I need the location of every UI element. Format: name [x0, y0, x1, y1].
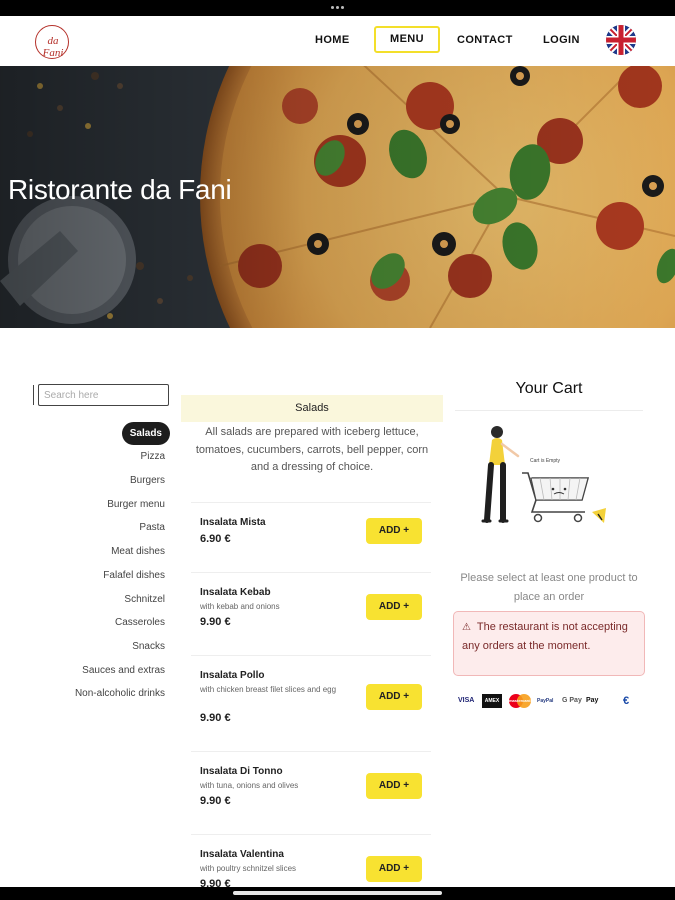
category-pasta[interactable]: Pasta — [139, 522, 165, 533]
add-to-cart-button[interactable]: ADD + — [366, 684, 422, 710]
multitasking-dots-icon[interactable] — [331, 6, 345, 10]
item-price: 6.90 € — [200, 533, 231, 545]
navbar: da Fani HOME MENU CONTACT LOGIN — [0, 16, 675, 66]
nav-menu-link[interactable]: MENU — [374, 26, 440, 53]
amex-icon: AMEX — [482, 694, 502, 708]
hero-title: Ristorante da Fani — [8, 174, 232, 205]
hero-banner: Ristorante da Fani — [0, 66, 675, 328]
mastercard-icon: mastercard — [506, 694, 534, 708]
item-description: with chicken breast filet slices and egg — [200, 685, 337, 694]
cart-title: Your Cart — [515, 380, 583, 397]
nav-contact-link[interactable]: CONTACT — [457, 34, 513, 46]
category-salads[interactable]: Salads — [121, 422, 170, 445]
item-name: Insalata Pollo — [200, 670, 265, 681]
category-non-alcoholic-drinks[interactable]: Non-alcoholic drinks — [75, 688, 165, 699]
apple-pay-label: Pay — [586, 697, 599, 704]
cart-divider — [455, 410, 643, 411]
add-to-cart-button[interactable]: ADD + — [366, 518, 422, 544]
menu-item: Insalata Di Tonno with tuna, onions and … — [191, 751, 431, 834]
add-to-cart-button[interactable]: ADD + — [366, 594, 422, 620]
item-description: with tuna, onions and olives — [200, 781, 299, 790]
category-casseroles[interactable]: Casseroles — [115, 617, 165, 628]
menu-item: Insalata Mista 6.90 € ADD + — [191, 502, 431, 572]
visa-icon: VISA — [458, 697, 475, 704]
item-name: Insalata Kebab — [200, 587, 271, 598]
uk-flag-icon[interactable] — [606, 25, 636, 55]
item-price: 9.90 € — [200, 616, 231, 628]
home-indicator[interactable] — [233, 891, 442, 895]
menu-item: Insalata Valentina with poultry schnitze… — [191, 834, 431, 887]
menu-item: Insalata Kebab with kebab and onions 9.9… — [191, 572, 431, 655]
item-price: 9.90 € — [200, 795, 231, 807]
item-price: 9.90 € — [200, 878, 231, 887]
add-to-cart-button[interactable]: ADD + — [366, 773, 422, 799]
mastercard-label: mastercard — [509, 698, 531, 703]
status-bar — [0, 0, 675, 16]
category-pizza[interactable]: Pizza — [141, 451, 165, 462]
paypal-icon: PayPal — [537, 698, 554, 704]
apple-pay-icon: Pay — [586, 694, 598, 708]
add-to-cart-button[interactable]: ADD + — [366, 856, 422, 882]
search-input[interactable] — [38, 384, 169, 406]
nav-login-link[interactable]: LOGIN — [543, 34, 580, 46]
item-price: 9.90 € — [200, 712, 231, 724]
nav-home-link[interactable]: HOME — [315, 34, 350, 46]
category-meat-dishes[interactable]: Meat dishes — [111, 546, 165, 557]
item-name: Insalata Di Tonno — [200, 766, 283, 777]
category-schnitzel[interactable]: Schnitzel — [124, 594, 165, 605]
euro-icon: € — [623, 695, 630, 707]
item-description: with poultry schnitzel slices — [200, 864, 297, 873]
section-description: All salads are prepared with iceberg let… — [195, 426, 429, 473]
alert-text: The restaurant is not accepting any orde… — [462, 621, 628, 652]
search-caret — [33, 385, 34, 405]
payment-methods: VISA AMEX mastercard PayPal G Pay Pay € — [455, 692, 645, 710]
orders-closed-alert: ⚠ The restaurant is not accepting any or… — [453, 611, 645, 676]
item-description: with kebab and onions — [200, 602, 280, 611]
logo-text: da Fani — [42, 35, 64, 59]
warning-icon: ⚠ — [462, 622, 471, 633]
empty-cart-illustration: Cart is Empty — [470, 420, 620, 535]
google-pay-icon: G Pay — [562, 697, 582, 704]
category-sauces-and-extras[interactable]: Sauces and extras — [82, 665, 165, 676]
bottom-bar — [0, 887, 675, 900]
menu-item: Insalata Pollo with chicken breast filet… — [191, 655, 431, 751]
category-burgers[interactable]: Burgers — [130, 475, 165, 486]
category-falafel-dishes[interactable]: Falafel dishes — [103, 570, 165, 581]
category-snacks[interactable]: Snacks — [132, 641, 165, 652]
cart-empty-label: Cart is Empty — [530, 458, 561, 464]
restaurant-logo[interactable]: da Fani — [35, 25, 69, 59]
item-name: Insalata Mista — [200, 517, 266, 528]
item-name: Insalata Valentina — [200, 849, 284, 860]
category-burger-menu[interactable]: Burger menu — [107, 499, 165, 510]
section-title: Salads — [181, 395, 443, 422]
cart-message: Please select at least one product to pl… — [460, 572, 638, 603]
